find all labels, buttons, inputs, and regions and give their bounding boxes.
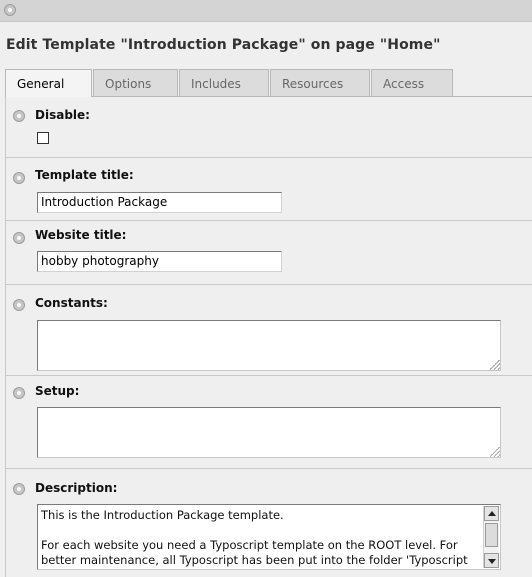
description-label: Description: [35, 481, 118, 495]
help-icon[interactable] [4, 4, 16, 16]
website-title-label: Website title: [35, 228, 127, 242]
help-icon[interactable] [13, 483, 25, 495]
website-title-input[interactable]: hobby photography [37, 251, 282, 272]
help-icon[interactable] [13, 172, 25, 184]
tab-access[interactable]: Access [371, 69, 453, 97]
tab-bar: General Options Includes Resources Acces… [5, 69, 532, 98]
description-line: better maintenance, all Typoscript has b… [41, 553, 468, 567]
description-text: This is the Introduction Package templat… [41, 508, 481, 568]
disable-section: Disable: [6, 97, 532, 157]
resize-grip-icon[interactable] [490, 447, 500, 457]
tab-options[interactable]: Options [93, 69, 178, 97]
website-title-section: Website title: hobby photography [6, 220, 532, 284]
page-title: Edit Template "Introduction Package" on … [6, 37, 441, 53]
description-line: This is the Introduction Package templat… [41, 508, 284, 522]
setup-textarea[interactable] [37, 407, 501, 458]
help-icon[interactable] [13, 110, 25, 122]
description-section: Description: This is the Introduction Pa… [6, 468, 532, 577]
help-icon[interactable] [13, 387, 25, 399]
tab-resources[interactable]: Resources [270, 69, 370, 97]
description-textarea[interactable]: This is the Introduction Package templat… [37, 504, 501, 570]
constants-textarea[interactable] [37, 320, 501, 371]
constants-section: Constants: [6, 284, 532, 375]
setup-label: Setup: [35, 384, 80, 398]
constants-label: Constants: [35, 296, 108, 310]
setup-section: Setup: [6, 375, 532, 468]
disable-label: Disable: [35, 108, 90, 122]
disable-checkbox[interactable] [37, 132, 49, 144]
top-toolbar [0, 0, 532, 22]
resize-grip-icon[interactable] [490, 360, 500, 370]
description-line: For each website you need a Typoscript t… [41, 538, 458, 552]
help-icon[interactable] [13, 232, 25, 244]
tab-general[interactable]: General [5, 69, 92, 98]
template-title-label: Template title: [35, 168, 134, 182]
template-title-input[interactable]: Introduction Package [37, 192, 282, 213]
scrollbar-thumb[interactable] [485, 523, 498, 547]
scroll-down-arrow-icon[interactable] [484, 553, 499, 568]
scroll-up-arrow-icon[interactable] [484, 506, 499, 521]
tab-includes[interactable]: Includes [179, 69, 269, 97]
help-icon[interactable] [13, 299, 25, 311]
description-scrollbar[interactable] [483, 506, 499, 568]
template-title-section: Template title: Introduction Package [6, 157, 532, 220]
